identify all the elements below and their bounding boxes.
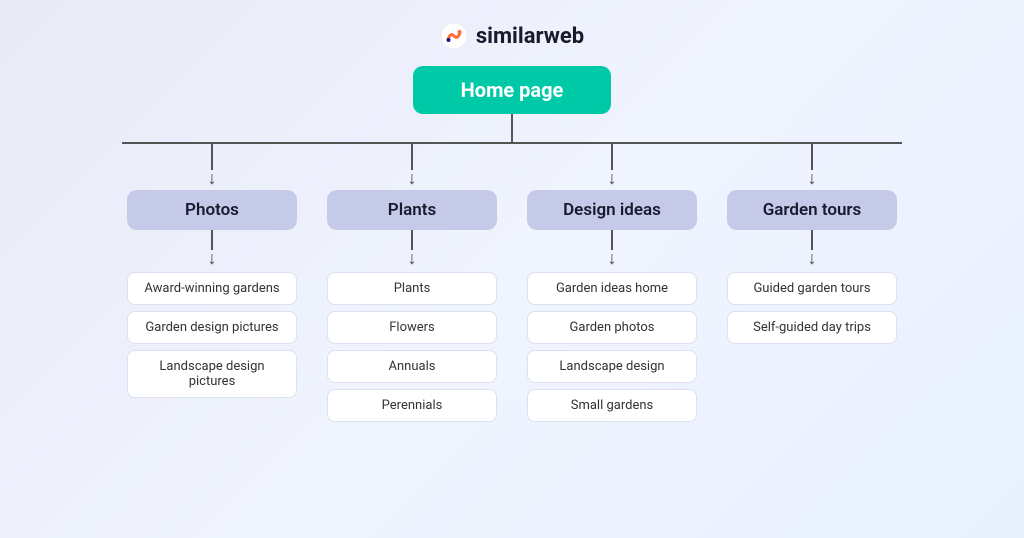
branch-arrow: ↓ bbox=[808, 170, 817, 188]
category-garden-tours: Garden tours bbox=[727, 190, 897, 230]
horizontal-connector bbox=[122, 142, 902, 144]
branch-arrow: ↓ bbox=[208, 170, 217, 188]
sub-items-design-ideas: Garden ideas home Garden photos Landscap… bbox=[527, 272, 697, 422]
mid-vertical-line bbox=[411, 230, 413, 250]
mid-vertical-line bbox=[211, 230, 213, 250]
root-node: Home page bbox=[413, 66, 612, 114]
list-item: Flowers bbox=[327, 311, 497, 344]
logo-area: similarweb bbox=[440, 22, 584, 50]
sub-arrow: ↓ bbox=[208, 250, 217, 268]
mid-vertical-line bbox=[811, 230, 813, 250]
sub-arrow: ↓ bbox=[408, 250, 417, 268]
list-item: Perennials bbox=[327, 389, 497, 422]
sub-arrow: ↓ bbox=[808, 250, 817, 268]
category-design-ideas: Design ideas bbox=[527, 190, 697, 230]
list-item: Garden photos bbox=[527, 311, 697, 344]
branch-arrow: ↓ bbox=[608, 170, 617, 188]
category-photos: Photos bbox=[127, 190, 297, 230]
similarweb-logo-icon bbox=[440, 22, 468, 50]
branch-garden-tours: ↓ Garden tours ↓ Guided garden tours Sel… bbox=[722, 144, 902, 422]
branch-plants: ↓ Plants ↓ Plants Flowers Annuals Perenn… bbox=[322, 144, 502, 422]
tree-diagram: Home page ↓ Photos ↓ Award-winning garde… bbox=[0, 66, 1024, 422]
sub-items-plants: Plants Flowers Annuals Perennials bbox=[327, 272, 497, 422]
list-item: Landscape design pictures bbox=[127, 350, 297, 398]
branch-arrow: ↓ bbox=[408, 170, 417, 188]
list-item: Plants bbox=[327, 272, 497, 305]
logo-text: similarweb bbox=[476, 24, 584, 49]
branch-vertical-line bbox=[211, 144, 213, 170]
branch-vertical-line bbox=[411, 144, 413, 170]
branches-row: ↓ Photos ↓ Award-winning gardens Garden … bbox=[122, 144, 902, 422]
list-item: Annuals bbox=[327, 350, 497, 383]
list-item: Garden ideas home bbox=[527, 272, 697, 305]
list-item: Garden design pictures bbox=[127, 311, 297, 344]
list-item: Award-winning gardens bbox=[127, 272, 297, 305]
branch-design-ideas: ↓ Design ideas ↓ Garden ideas home Garde… bbox=[522, 144, 702, 422]
mid-vertical-line bbox=[611, 230, 613, 250]
branch-vertical-line bbox=[811, 144, 813, 170]
sub-arrow: ↓ bbox=[608, 250, 617, 268]
list-item: Guided garden tours bbox=[727, 272, 897, 305]
list-item: Self-guided day trips bbox=[727, 311, 897, 344]
branch-photos: ↓ Photos ↓ Award-winning gardens Garden … bbox=[122, 144, 302, 422]
sub-items-garden-tours: Guided garden tours Self-guided day trip… bbox=[727, 272, 897, 344]
root-vertical-line bbox=[511, 114, 513, 142]
sub-items-photos: Award-winning gardens Garden design pict… bbox=[127, 272, 297, 398]
list-item: Landscape design bbox=[527, 350, 697, 383]
branch-vertical-line bbox=[611, 144, 613, 170]
list-item: Small gardens bbox=[527, 389, 697, 422]
category-plants: Plants bbox=[327, 190, 497, 230]
